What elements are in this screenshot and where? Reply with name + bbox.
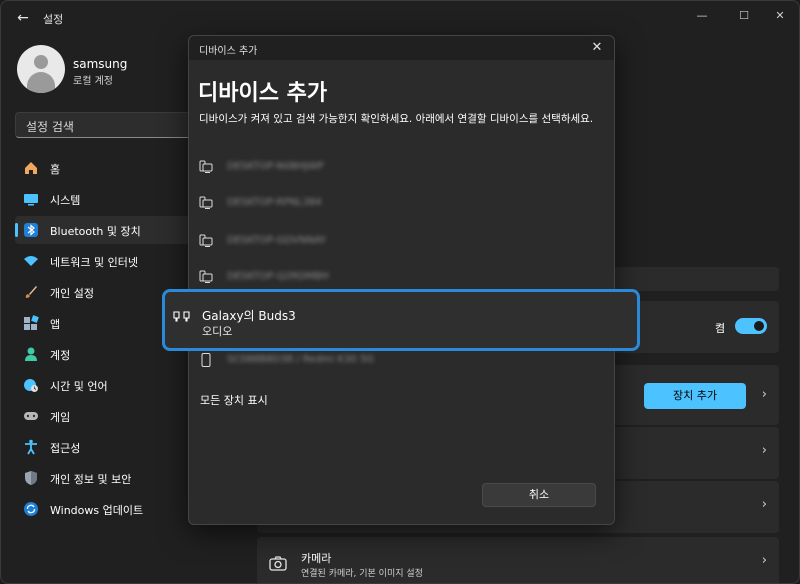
minimize-icon[interactable]: — <box>687 5 717 27</box>
device-name: DESKTOP-RPNL384 <box>227 197 322 208</box>
dialog-bar-title: 디바이스 추가 <box>199 46 258 57</box>
computer-phone-icon <box>199 160 213 173</box>
globe-clock-icon <box>24 379 38 392</box>
title-bar: ← 설정 — ☐ ✕ <box>1 1 799 35</box>
close-icon[interactable]: ✕ <box>765 5 795 27</box>
chevron-right-icon: › <box>761 497 767 512</box>
active-indicator <box>15 223 18 237</box>
close-icon[interactable]: ✕ <box>588 39 606 57</box>
list-item[interactable]: DESKTOP-Q2RDMBH <box>199 266 599 290</box>
bluetooth-icon <box>24 223 38 237</box>
brush-icon <box>25 286 37 298</box>
device-name: DESKTOP-N0BHJWP <box>227 161 324 172</box>
sidebar-item-label: 시스템 <box>50 194 81 207</box>
computer-phone-icon <box>199 196 213 209</box>
chevron-right-icon: › <box>761 443 767 458</box>
app-title: 설정 <box>43 13 64 26</box>
sidebar-item-label: 개인 정보 및 보안 <box>50 473 132 486</box>
maximize-icon[interactable]: ☐ <box>729 5 759 27</box>
back-arrow-icon[interactable]: ← <box>13 8 33 28</box>
device-type: 오디오 <box>202 325 233 338</box>
shield-icon <box>25 471 37 485</box>
bluetooth-toggle-label: 켬 <box>715 322 726 335</box>
device-name: DESKTOP-Q2RDMBH <box>227 271 329 282</box>
camera-icon <box>269 556 287 571</box>
accessibility-icon <box>25 439 37 455</box>
network-icon <box>24 256 38 266</box>
computer-phone-icon <box>199 270 213 283</box>
earbuds-icon <box>173 311 190 322</box>
update-icon <box>24 502 38 516</box>
cancel-button[interactable]: 취소 <box>482 483 596 507</box>
sidebar-item-label: 계정 <box>50 349 71 362</box>
sidebar-item-label: Bluetooth 및 장치 <box>50 225 141 238</box>
list-item[interactable]: DESKTOP-GDVNNAY <box>199 230 599 254</box>
add-device-dialog: 디바이스 추가 ✕ 디바이스 추가 디바이스가 켜져 있고 검색 가능한지 확인… <box>188 35 615 525</box>
dialog-heading: 디바이스 추가 <box>198 81 328 106</box>
settings-window: ← 설정 — ☐ ✕ samsung 로컬 계정 설정 검색 홈 시스템 Blu… <box>0 0 800 584</box>
selected-device-item[interactable]: Galaxy의 Buds3 오디오 <box>162 289 640 351</box>
add-device-button[interactable]: 장치 추가 <box>644 383 746 409</box>
device-name: SC088B8D38 / Redmi K30 5G <box>227 354 375 365</box>
system-icon <box>24 194 38 206</box>
device-name: DESKTOP-GDVNNAY <box>227 235 327 246</box>
sidebar-item-label: 홈 <box>50 163 61 176</box>
sidebar-item-label: 네트워크 및 인터넷 <box>50 256 138 269</box>
list-item[interactable]: SC088B8D38 / Redmi K30 5G <box>199 349 599 373</box>
phone-icon <box>201 353 211 367</box>
sidebar-item-label: Windows 업데이트 <box>50 504 144 517</box>
profile-name: samsung <box>73 57 128 71</box>
sidebar-item-label: 게임 <box>50 411 71 424</box>
chevron-right-icon[interactable]: › <box>762 387 767 402</box>
list-item[interactable]: DESKTOP-RPNL384 <box>199 192 599 216</box>
account-icon <box>25 347 37 361</box>
dialog-description: 디바이스가 켜져 있고 검색 가능한지 확인하세요. 아래에서 연결할 디바이스… <box>199 113 594 125</box>
account-type: 로컬 계정 <box>73 76 113 87</box>
camera-title: 카메라 <box>301 552 332 565</box>
sidebar-item-label: 접근성 <box>50 442 81 455</box>
show-all-devices-link[interactable]: 모든 장치 표시 <box>200 392 268 408</box>
apps-icon <box>24 315 39 330</box>
camera-subtitle: 연결된 카메라, 기본 이미지 설정 <box>301 569 423 579</box>
list-item[interactable]: DESKTOP-N0BHJWP <box>199 156 599 180</box>
avatar[interactable] <box>17 45 65 93</box>
chevron-right-icon: › <box>761 553 767 568</box>
home-icon <box>25 162 37 174</box>
bluetooth-toggle[interactable] <box>735 318 767 334</box>
sidebar-item-label: 시간 및 언어 <box>50 380 108 393</box>
gamepad-icon <box>24 412 38 420</box>
computer-phone-icon <box>199 234 213 247</box>
sidebar-item-label: 개인 설정 <box>50 287 94 300</box>
dialog-title-bar: 디바이스 추가 ✕ <box>189 36 614 60</box>
sidebar-item-label: 앱 <box>50 318 61 331</box>
device-name: Galaxy의 Buds3 <box>202 309 296 323</box>
